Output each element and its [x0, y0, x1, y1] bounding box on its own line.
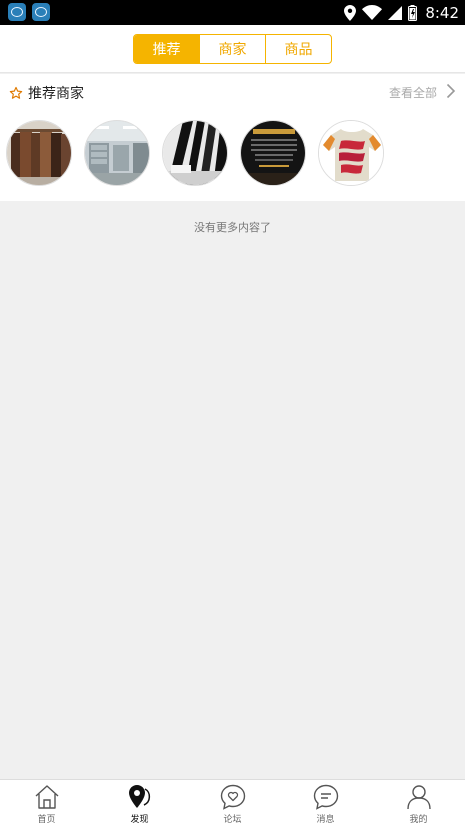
- tshirt-image: [319, 121, 383, 185]
- app-notification-icon: [32, 3, 50, 21]
- nav-discover[interactable]: 发现: [93, 780, 186, 828]
- nav-forum-label: 论坛: [223, 815, 242, 825]
- forum-icon: [220, 784, 245, 810]
- discover-icon: [128, 785, 150, 808]
- tab-products[interactable]: 商品: [265, 35, 331, 63]
- nav-messages[interactable]: 消息: [279, 780, 372, 828]
- merchant-avatar-list: [6, 120, 384, 186]
- battery-icon: [408, 4, 418, 21]
- merchant-avatar[interactable]: [6, 120, 72, 186]
- app-notification-icon: [8, 3, 26, 21]
- merchant-avatar[interactable]: [240, 120, 306, 186]
- tab-merchants[interactable]: 商家: [199, 35, 265, 63]
- store-interior-image: [163, 121, 227, 185]
- home-icon: [35, 785, 58, 809]
- dark-poster-image: [241, 121, 305, 185]
- section-header: 推荐商家 查看全部: [0, 74, 465, 112]
- status-bar: 8:42: [0, 0, 465, 25]
- view-all-link[interactable]: 查看全部: [389, 84, 437, 101]
- warehouse-image: [85, 121, 149, 185]
- nav-messages-label: 消息: [316, 815, 335, 825]
- coats-image: [7, 121, 71, 185]
- location-icon: [344, 4, 357, 21]
- segmented-tabs: 推荐 商家 商品: [133, 34, 332, 64]
- message-icon: [313, 784, 338, 810]
- merchant-avatar[interactable]: [162, 120, 228, 186]
- nav-discover-label: 发现: [130, 815, 149, 825]
- nav-home[interactable]: 首页: [0, 780, 93, 828]
- no-more-content-text: 没有更多内容了: [194, 221, 271, 234]
- section-title: 推荐商家: [28, 86, 84, 102]
- signal-icon: [388, 5, 403, 20]
- merchant-avatar[interactable]: [318, 120, 384, 186]
- profile-icon: [406, 785, 431, 810]
- star-icon: [9, 86, 23, 99]
- nav-home-label: 首页: [37, 815, 56, 825]
- nav-profile[interactable]: 我的: [372, 780, 465, 828]
- merchant-avatar[interactable]: [84, 120, 150, 186]
- nav-forum[interactable]: 论坛: [186, 780, 279, 828]
- tab-recommend[interactable]: 推荐: [134, 35, 199, 63]
- nav-profile-label: 我的: [409, 815, 428, 825]
- bottom-navigation: 首页 发现 论坛 消息 我的: [0, 779, 465, 828]
- wifi-icon: [362, 5, 383, 20]
- top-header: 推荐 商家 商品: [0, 25, 465, 73]
- chevron-right-icon[interactable]: [446, 83, 456, 99]
- recommended-merchants-section: 推荐商家 查看全部: [0, 74, 465, 201]
- clock: 8:42: [425, 3, 459, 22]
